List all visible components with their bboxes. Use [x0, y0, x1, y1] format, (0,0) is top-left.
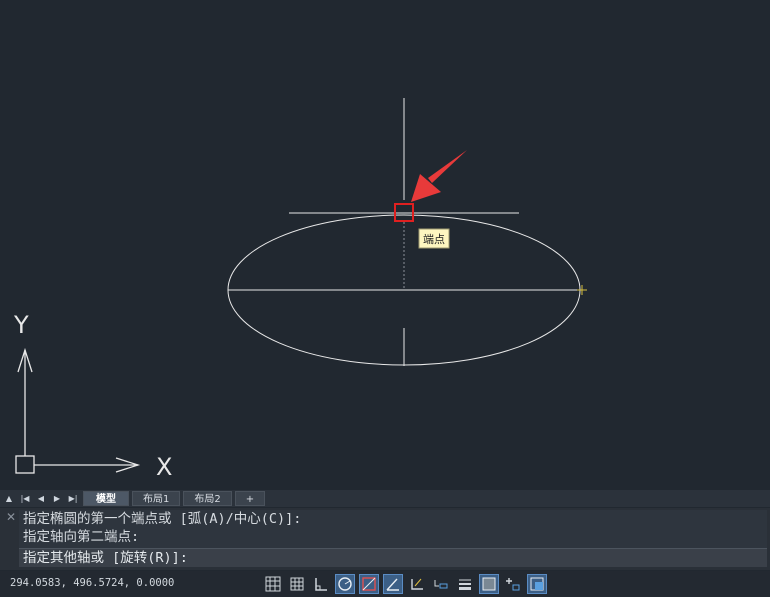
- command-history-line: 指定椭圆的第一个端点或 [弧(A)/中心(C)]:: [23, 511, 302, 527]
- first-tab-icon[interactable]: |◀: [18, 492, 32, 506]
- command-history-line: 指定轴向第二端点:: [23, 529, 140, 545]
- command-window: ✕ 指定椭圆的第一个端点或 [弧(A)/中心(C)]: 指定轴向第二端点: 指定…: [0, 508, 770, 570]
- close-icon[interactable]: ✕: [4, 510, 18, 524]
- coordinate-readout: 294.0583, 496.5724, 0.0000: [10, 577, 175, 589]
- layout-tab-bar: ▲ |◀ ◀ ▶ ▶| 模型 布局1 布局2 +: [0, 490, 770, 507]
- scroll-up-icon[interactable]: ▲: [2, 492, 16, 506]
- last-tab-icon[interactable]: ▶|: [66, 492, 80, 506]
- next-tab-icon[interactable]: ▶: [50, 492, 64, 506]
- endpoint-snap-glyph: [577, 285, 587, 295]
- selection-cycling-icon[interactable]: [503, 574, 523, 594]
- tab-add-layout[interactable]: +: [234, 491, 266, 506]
- ucs-icon: [15, 347, 141, 474]
- dynamic-input-icon[interactable]: [431, 574, 451, 594]
- ortho-icon[interactable]: [311, 574, 331, 594]
- transparency-icon[interactable]: [479, 574, 499, 594]
- annotation-scale-icon[interactable]: [527, 574, 547, 594]
- tab-layout2[interactable]: 布局2: [183, 491, 232, 506]
- status-toggles: [263, 574, 551, 594]
- tab-layout1[interactable]: 布局1: [132, 491, 181, 506]
- ucs-y-label: Y: [13, 311, 29, 339]
- prev-tab-icon[interactable]: ◀: [34, 492, 48, 506]
- annotation-arrow-icon: [411, 150, 467, 202]
- snap-tracking-icon[interactable]: [383, 574, 403, 594]
- tab-model[interactable]: 模型: [83, 491, 129, 506]
- command-input[interactable]: 指定其他轴或 [旋转(R)]:: [19, 548, 767, 567]
- ucs-x-label: X: [156, 453, 172, 481]
- polar-tracking-icon[interactable]: [335, 574, 355, 594]
- snap-tooltip-label: 端点: [423, 233, 445, 246]
- grid-icon[interactable]: [287, 574, 307, 594]
- dynamic-ucs-icon[interactable]: [407, 574, 427, 594]
- model-space-grid-icon[interactable]: [263, 574, 283, 594]
- status-bar: 294.0583, 496.5724, 0.0000: [0, 571, 770, 597]
- lineweight-icon[interactable]: [455, 574, 475, 594]
- object-snap-icon[interactable]: [359, 574, 379, 594]
- command-history: 指定椭圆的第一个端点或 [弧(A)/中心(C)]: 指定轴向第二端点:: [19, 510, 767, 548]
- drawing-canvas[interactable]: 端点 Y X: [0, 0, 770, 490]
- snap-tooltip: 端点: [418, 228, 450, 249]
